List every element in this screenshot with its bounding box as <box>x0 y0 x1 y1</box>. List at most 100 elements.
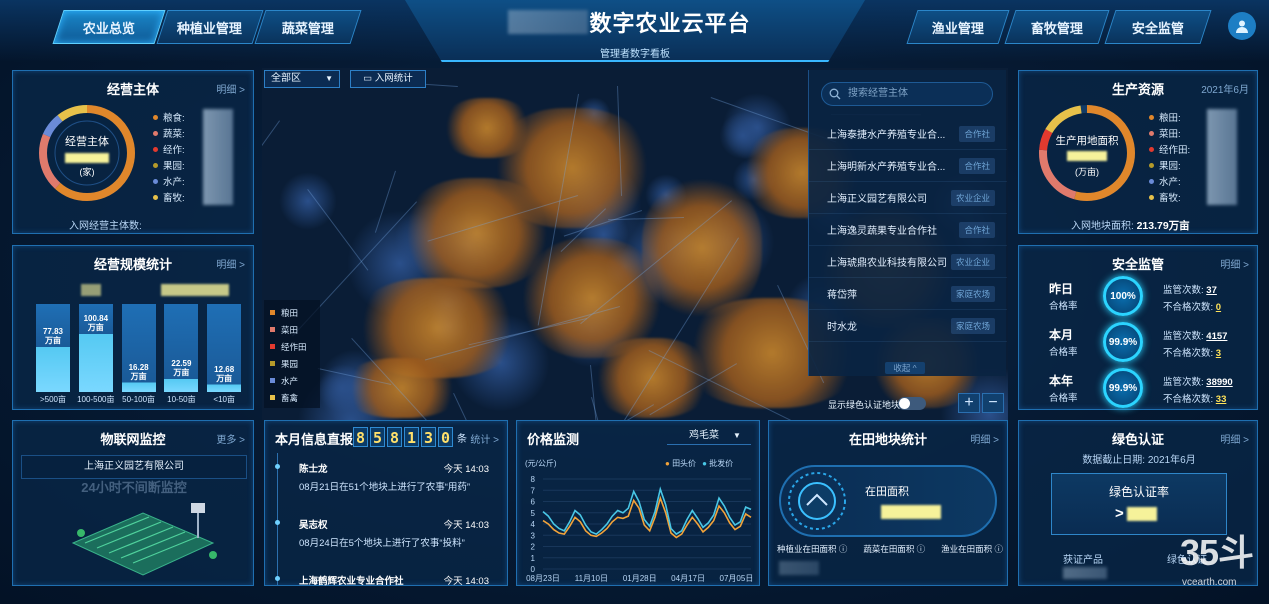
region-select[interactable]: 全部区 ▼ <box>264 70 340 88</box>
collapse-button[interactable]: 收起 ^ <box>885 362 925 374</box>
detail-link[interactable]: 明细 > <box>216 256 245 271</box>
tab-vegetable[interactable]: 蔬菜管理 <box>254 10 362 44</box>
zoom-in-button[interactable]: + <box>958 393 980 413</box>
chevron-down-icon: ▼ <box>733 431 741 440</box>
fail-count-label: 不合格次数: <box>1163 394 1216 405</box>
zoom-out-button[interactable]: − <box>982 393 1004 413</box>
iot-company-select[interactable]: 上海正义园艺有限公司 <box>21 455 247 479</box>
pass-rate-gauge: 99.9% <box>1103 322 1143 362</box>
certified-products-label: 获证产品 <box>1063 555 1103 566</box>
tab-label: 畜牧管理 <box>1030 20 1083 36</box>
tab-fishery[interactable]: 渔业管理 <box>906 10 1010 44</box>
price-legend: ● 田头价 ● 批发价 <box>665 458 739 469</box>
list-item[interactable]: 上海泰捷水产养殖专业合... 合作社 <box>809 118 1007 150</box>
green-toggle-switch[interactable] <box>898 397 926 410</box>
resource-legend: 粮田: 菜田: 经作田: 果园: 水产: 畜牧: <box>1149 109 1190 205</box>
news-time: 今天 14:03 <box>443 576 489 587</box>
detail-link[interactable]: 明细 > <box>970 431 999 446</box>
x-tick-label: 07月05日 <box>720 574 754 583</box>
legend-swatch <box>270 327 275 332</box>
list-item[interactable]: 上海琥鼎农业科技有限公司 农业企业 <box>809 246 1007 278</box>
counter-digit: 5 <box>370 427 385 447</box>
tab-safety[interactable]: 安全监管 <box>1104 10 1212 44</box>
user-avatar-icon[interactable] <box>1228 12 1256 40</box>
legend-label: 蔬菜: <box>163 129 185 140</box>
safety-rate-label: 合格率 <box>1049 347 1078 358</box>
bar-category-label: >500亩 <box>39 395 67 404</box>
bar-category-label: 50-100亩 <box>122 395 156 404</box>
list-item[interactable]: 上海明新水产养殖专业合... 合作社 <box>809 150 1007 182</box>
detail-link[interactable]: 明细 > <box>1220 431 1249 446</box>
y-tick-label: 8 <box>531 475 536 484</box>
counter-unit: 条 <box>457 434 467 445</box>
check-count: 监管次数: 4157 <box>1163 328 1227 342</box>
legend-swatch <box>270 395 275 400</box>
legend-item: 经作: <box>153 141 185 157</box>
list-item-tag: 合作社 <box>959 221 995 238</box>
map-legend-item: 经作田 <box>270 338 314 355</box>
x-tick-label: 04月17日 <box>671 574 705 583</box>
legend-dot <box>1149 146 1154 152</box>
bar-category-label: 100-500亩 <box>77 395 115 404</box>
stat-link[interactable]: 统计 > <box>470 431 499 446</box>
legend-label: 经作: <box>163 145 185 156</box>
date-label: 2021年6月 <box>1201 85 1249 96</box>
y-tick-label: 2 <box>531 543 536 552</box>
legend-item: 果园: <box>153 157 185 173</box>
tab-livestock[interactable]: 畜牧管理 <box>1004 10 1110 44</box>
check-count-value: 4157 <box>1206 331 1228 342</box>
entity-search-input[interactable]: 搜索经营主体 <box>821 82 993 106</box>
more-link[interactable]: 更多 > <box>216 431 245 446</box>
tab-planting[interactable]: 种植业管理 <box>156 10 264 44</box>
list-item-tag: 合作社 <box>959 125 995 142</box>
legend-label: 畜禽 <box>281 392 299 403</box>
legend-item: ● 批发价 <box>702 459 733 468</box>
x-tick-label: 08月23日 <box>526 574 560 583</box>
safety-period: 本月 <box>1049 328 1074 342</box>
list-item[interactable]: 时水龙 家庭农场 <box>809 310 1007 342</box>
panel-title: 本月信息直报 <box>275 432 354 447</box>
vegetable-select[interactable]: 鸡毛菜 ▼ <box>667 427 751 445</box>
detail-link[interactable]: 明细 > <box>1220 256 1249 271</box>
list-item-tag: 农业企业 <box>950 253 995 270</box>
list-item[interactable]: 上海正义园艺有限公司 农业企业 <box>809 182 1007 214</box>
map-legend-item: 水产 <box>270 372 314 389</box>
safety-rate-label: 合格率 <box>1049 393 1078 404</box>
legend-label: 菜田 <box>281 324 299 335</box>
pass-rate-gauge: 100% <box>1103 276 1143 316</box>
legend-label: 水产: <box>1159 177 1181 188</box>
legend-dot <box>153 162 158 168</box>
legend-dot: ● <box>665 459 673 468</box>
legend-label: 水产: <box>163 177 185 188</box>
list-item[interactable]: 蒋岱萍 家庭农场 <box>809 278 1007 310</box>
legend-label: 经作田: <box>1159 145 1191 156</box>
list-item-name: 上海逸灵蔬果专业合作社 <box>827 226 937 237</box>
map-road <box>262 119 280 273</box>
entity-search-panel: 搜索经营主体 上海泰捷水产养殖专业合... 合作社 上海明新水产养殖专业合... 合作… <box>808 70 1007 376</box>
scale-panel: 经营规模统计 明细 > 77.83 万亩 100.84 万亩 16.28 万亩 22.… <box>12 245 254 410</box>
tab-label: 安全监管 <box>1131 20 1184 36</box>
legend-item: 水产: <box>153 173 185 189</box>
y-tick-label: 0 <box>531 565 536 574</box>
fail-count: 不合格次数: 0 <box>1163 299 1221 313</box>
net-stat-button[interactable]: ▭ 入网统计 <box>350 70 426 88</box>
list-item-name: 上海泰捷水产养殖专业合... <box>827 130 946 141</box>
legend-dot <box>153 194 158 200</box>
scale-bar <box>164 304 199 392</box>
news-text: 08月24日在5个地块上进行了农事“投料” <box>299 538 465 549</box>
redacted-value <box>779 561 819 575</box>
detail-link[interactable]: 明细 > <box>216 81 245 96</box>
legend-dot <box>1149 162 1154 168</box>
tab-overview[interactable]: 农业总览 <box>52 10 166 44</box>
legend-label: 批发价 <box>709 459 734 468</box>
field-gauge-icon <box>788 472 846 530</box>
list-item[interactable]: 上海逸灵蔬果专业合作社 合作社 <box>809 214 1007 246</box>
legend-item: 经作田: <box>1149 141 1190 157</box>
redacted-values <box>1207 109 1237 205</box>
field-item-label: 种植业在田面积 ⓘ <box>777 544 848 554</box>
redacted-value <box>65 153 109 163</box>
price-line-chart: 0 1 2 3 4 5 6 7 8 08月23日 11月10日 01月28日 04月17日 07月05日 <box>526 475 754 583</box>
legend-label: 果园 <box>281 358 299 369</box>
redacted-value <box>81 284 101 296</box>
list-item-tag: 农业企业 <box>950 189 995 206</box>
